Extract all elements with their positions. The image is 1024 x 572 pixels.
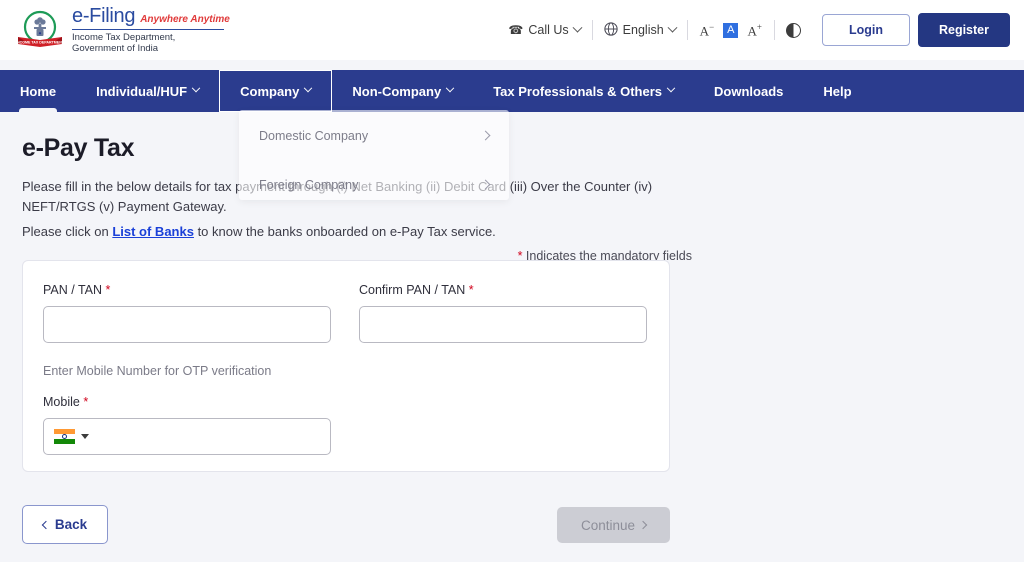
chevron-left-icon <box>42 520 50 528</box>
login-button[interactable]: Login <box>822 14 910 46</box>
dropdown-item-domestic-company[interactable]: Domestic Company <box>239 113 509 158</box>
globe-icon <box>604 22 618 39</box>
chevron-down-icon <box>667 84 675 92</box>
nav-item-non-company[interactable]: Non-Company <box>332 70 473 112</box>
form-row-pan: PAN / TAN * Confirm PAN / TAN * <box>43 283 649 343</box>
font-increase-button[interactable]: A+ <box>747 23 761 37</box>
font-normal-button[interactable]: A <box>723 23 738 38</box>
brand-tagline: Anywhere Anytime <box>140 15 230 25</box>
header-actions: ☎ Call Us English A− A <box>497 13 1024 47</box>
nav-label: Tax Professionals & Others <box>493 84 662 99</box>
field-confirm-pan-tan: Confirm PAN / TAN * <box>359 283 647 343</box>
otp-verification-hint: Enter Mobile Number for OTP verification <box>43 364 649 378</box>
chevron-down-icon <box>572 22 582 32</box>
brand-text: e-Filing Anywhere Anytime Income Tax Dep… <box>72 6 230 54</box>
chevron-down-icon[interactable] <box>81 434 89 439</box>
field-pan-tan: PAN / TAN * <box>43 283 331 343</box>
phone-icon: ☎ <box>508 23 523 37</box>
nav-label: Help <box>823 84 851 99</box>
nav-item-downloads[interactable]: Downloads <box>694 70 803 112</box>
dropdown-item-label: Foreign Company <box>259 178 358 192</box>
field-mobile: Mobile * <box>43 395 649 455</box>
language-label: English <box>623 23 664 37</box>
chevron-down-icon <box>304 84 312 92</box>
register-button[interactable]: Register <box>918 13 1010 47</box>
nav-item-help[interactable]: Help <box>803 70 871 112</box>
instruction-prefix: Please click on <box>22 224 112 239</box>
epay-tax-page: INCOME TAX DEPARTMENT e-Filing Anywhere … <box>0 0 1024 572</box>
nav-label: Downloads <box>714 84 783 99</box>
list-of-banks-link[interactable]: List of Banks <box>112 224 194 239</box>
language-dropdown[interactable]: English <box>593 22 687 39</box>
mobile-input-group[interactable] <box>43 418 331 455</box>
back-label: Back <box>55 517 87 532</box>
back-button[interactable]: Back <box>22 505 108 544</box>
chevron-down-icon <box>446 84 454 92</box>
income-tax-emblem-icon: INCOME TAX DEPARTMENT <box>14 9 66 51</box>
nav-item-company[interactable]: Company <box>219 70 332 112</box>
company-dropdown-menu: Domestic Company Foreign Company <box>239 110 509 200</box>
nav-item-home[interactable]: Home <box>0 70 76 112</box>
required-star: * <box>469 283 474 297</box>
chevron-right-icon <box>481 131 491 141</box>
contrast-icon <box>786 23 801 38</box>
dropdown-item-label: Domestic Company <box>259 129 368 143</box>
brand-subtitle: Income Tax Department, Government of Ind… <box>72 29 224 54</box>
mobile-label: Mobile * <box>43 395 649 409</box>
page-title: e-Pay Tax <box>22 134 1002 163</box>
chevron-down-icon <box>667 22 677 32</box>
call-us-dropdown[interactable]: ☎ Call Us <box>497 23 591 37</box>
font-size-controls: A− A A+ <box>688 23 774 38</box>
svg-text:INCOME TAX DEPARTMENT: INCOME TAX DEPARTMENT <box>16 41 65 45</box>
required-star: * <box>83 395 88 409</box>
dropdown-item-foreign-company[interactable]: Foreign Company <box>239 162 509 207</box>
chevron-down-icon <box>192 84 200 92</box>
chevron-right-icon <box>639 521 647 529</box>
confirm-pan-tan-input[interactable] <box>359 306 647 343</box>
chevron-right-icon <box>481 180 491 190</box>
page-instruction: Please click on List of Banks to know th… <box>22 224 1002 239</box>
font-decrease-button[interactable]: A− <box>700 23 714 37</box>
call-us-label: Call Us <box>528 23 568 37</box>
pan-tan-label: PAN / TAN * <box>43 283 331 297</box>
brand-name: e-Filing <box>72 6 135 26</box>
india-flag-icon <box>54 429 75 444</box>
instruction-suffix: to know the banks onboarded on e-Pay Tax… <box>194 224 496 239</box>
contrast-toggle[interactable] <box>775 23 812 38</box>
nav-label: Home <box>20 84 56 99</box>
confirm-pan-tan-label: Confirm PAN / TAN * <box>359 283 647 297</box>
nav-item-individual-huf[interactable]: Individual/HUF <box>76 70 219 112</box>
continue-button[interactable]: Continue <box>557 507 670 543</box>
nav-label: Non-Company <box>352 84 441 99</box>
site-header: INCOME TAX DEPARTMENT e-Filing Anywhere … <box>0 0 1024 60</box>
nav-label: Company <box>240 84 299 99</box>
main-navigation: Home Individual/HUF Company Non-Company … <box>0 70 1024 112</box>
required-star: * <box>106 283 111 297</box>
nav-item-tax-professionals-others[interactable]: Tax Professionals & Others <box>473 70 694 112</box>
brand-block[interactable]: INCOME TAX DEPARTMENT e-Filing Anywhere … <box>0 6 230 54</box>
epay-tax-form-card: PAN / TAN * Confirm PAN / TAN * Enter Mo… <box>22 260 670 472</box>
nav-label: Individual/HUF <box>96 84 187 99</box>
continue-label: Continue <box>581 518 635 533</box>
bottom-strip <box>0 562 1024 572</box>
pan-tan-input[interactable] <box>43 306 331 343</box>
